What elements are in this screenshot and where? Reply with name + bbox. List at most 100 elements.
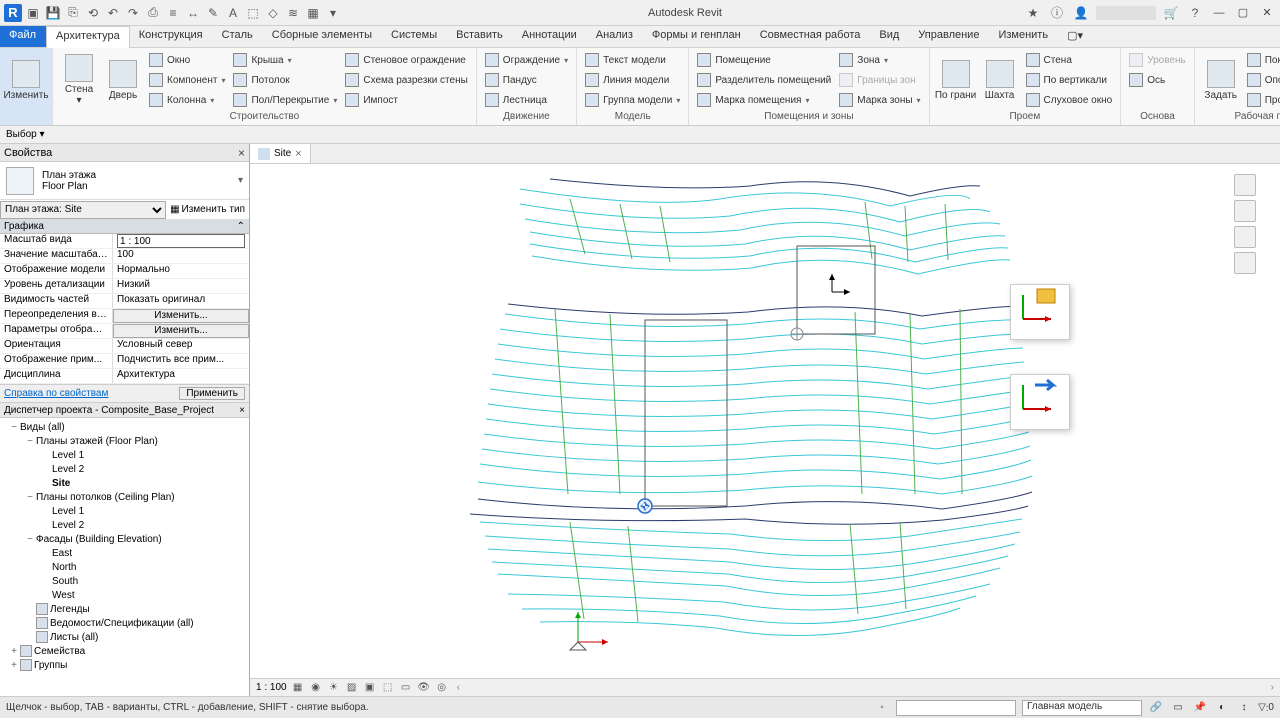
- ceiling-button[interactable]: Потолок: [231, 71, 339, 89]
- ref-plane-button[interactable]: Опорная плоскость: [1245, 71, 1280, 89]
- prop-value[interactable]: Условный север: [113, 339, 249, 353]
- dim-icon[interactable]: ↔: [184, 4, 202, 22]
- browser-close[interactable]: ×: [239, 405, 245, 416]
- viewer-button[interactable]: Просмотр: [1245, 91, 1280, 109]
- status-drag-icon[interactable]: ↕: [1236, 700, 1252, 716]
- wall-button[interactable]: Стена▾: [57, 50, 101, 110]
- thin-icon[interactable]: ≋: [284, 4, 302, 22]
- room-sep-button[interactable]: Разделитель помещений: [695, 71, 833, 89]
- floor-button[interactable]: Пол/Перекрытие▾: [231, 91, 339, 109]
- zone-bound-button[interactable]: Границы зон: [837, 71, 922, 89]
- level-button[interactable]: Уровень: [1127, 51, 1188, 69]
- reveal-icon[interactable]: ◎: [435, 681, 449, 695]
- minimize-button[interactable]: —: [1210, 5, 1228, 21]
- tab-massing[interactable]: Формы и генплан: [643, 26, 751, 47]
- nav-zoom-icon[interactable]: [1234, 200, 1256, 222]
- prop-row[interactable]: Отображение прим...Подчистить все прим..…: [0, 354, 249, 369]
- select-dropdown[interactable]: Выбор ▾: [6, 129, 45, 140]
- status-face-icon[interactable]: ◐: [1214, 700, 1230, 716]
- prop-row[interactable]: Отображение моделиНормально: [0, 264, 249, 279]
- tree-node[interactable]: +Группы: [0, 658, 249, 672]
- app-menu[interactable]: R: [4, 4, 22, 22]
- tree-node[interactable]: North: [0, 560, 249, 574]
- close-button[interactable]: ✕: [1258, 5, 1276, 21]
- prop-value[interactable]: Низкий: [113, 279, 249, 293]
- close-inactive-icon[interactable]: ▦: [304, 4, 322, 22]
- room-tag-button[interactable]: Марка помещения▾: [695, 91, 833, 109]
- prop-value[interactable]: Нормально: [113, 264, 249, 278]
- prop-value[interactable]: Подчистить все прим...: [113, 354, 249, 368]
- prop-row[interactable]: Видимость частейПоказать оригинал: [0, 294, 249, 309]
- tab-annotate[interactable]: Аннотации: [513, 26, 587, 47]
- column-button[interactable]: Колонна▾: [147, 91, 227, 109]
- doc-tab-site[interactable]: Site ×: [250, 144, 311, 163]
- ramp-button[interactable]: Пандус: [483, 71, 570, 89]
- mullion-button[interactable]: Импост: [343, 91, 469, 109]
- tab-insert[interactable]: Вставить: [447, 26, 513, 47]
- user-name[interactable]: [1096, 6, 1156, 20]
- tab-view[interactable]: Вид: [870, 26, 909, 47]
- status-link-icon[interactable]: 🔗: [1148, 700, 1164, 716]
- show-button[interactable]: Показать: [1245, 51, 1280, 69]
- tree-node[interactable]: Level 1: [0, 448, 249, 462]
- prop-row[interactable]: Параметры отображе...Изменить...: [0, 324, 249, 339]
- help-icon[interactable]: ?: [1186, 4, 1204, 22]
- tree-node[interactable]: −Виды (all): [0, 420, 249, 434]
- tree-node[interactable]: East: [0, 546, 249, 560]
- curtain-button[interactable]: Стеновое ограждение: [343, 51, 469, 69]
- room-button[interactable]: Помещение: [695, 51, 833, 69]
- window-button[interactable]: Окно: [147, 51, 227, 69]
- prop-value[interactable]: Архитектура: [113, 369, 249, 383]
- tab-precast[interactable]: Сборные элементы: [263, 26, 382, 47]
- undo-icon[interactable]: ↶: [104, 4, 122, 22]
- tree-node[interactable]: +Семейства: [0, 644, 249, 658]
- tree-node[interactable]: Site: [0, 476, 249, 490]
- by-face-button[interactable]: По грани: [934, 50, 978, 110]
- nav-home-icon[interactable]: [1234, 174, 1256, 196]
- crop-show-icon[interactable]: ▭: [399, 681, 413, 695]
- maximize-button[interactable]: ▢: [1234, 5, 1252, 21]
- prop-value[interactable]: 100: [113, 249, 249, 263]
- tag-icon[interactable]: ✎: [204, 4, 222, 22]
- section-icon[interactable]: ◇: [264, 4, 282, 22]
- prop-value[interactable]: Показать оригинал: [113, 294, 249, 308]
- switch-icon[interactable]: ▾: [324, 4, 342, 22]
- tree-node[interactable]: Листы (all): [0, 630, 249, 644]
- shaft-button[interactable]: Шахта: [978, 50, 1022, 110]
- tree-node[interactable]: −Планы этажей (Floor Plan): [0, 434, 249, 448]
- tab-collaborate[interactable]: Совместная работа: [751, 26, 871, 47]
- zone-tag-button[interactable]: Марка зоны▾: [837, 91, 922, 109]
- status-combo-1[interactable]: [896, 700, 1016, 716]
- dormer-button[interactable]: Слуховое окно: [1024, 91, 1115, 109]
- status-worksets-icon[interactable]: ◦: [874, 700, 890, 716]
- view3d-icon[interactable]: ⬚: [244, 4, 262, 22]
- prop-row[interactable]: Значение масштаба ...100: [0, 249, 249, 264]
- railing-button[interactable]: Ограждение▾: [483, 51, 570, 69]
- nav-pan-icon[interactable]: [1234, 226, 1256, 248]
- door-button[interactable]: Дверь: [101, 50, 145, 110]
- save-icon[interactable]: 💾: [44, 4, 62, 22]
- user-icon[interactable]: 👤: [1072, 4, 1090, 22]
- prop-row[interactable]: Уровень детализацииНизкий: [0, 279, 249, 294]
- info-icon[interactable]: ⓘ: [1048, 4, 1066, 22]
- instance-combo[interactable]: План этажа: Site: [0, 201, 166, 219]
- tree-node[interactable]: Level 2: [0, 462, 249, 476]
- prop-value[interactable]: [113, 234, 249, 248]
- type-selector[interactable]: План этажаFloor Plan ▾: [0, 162, 249, 200]
- print-icon[interactable]: ⎙: [144, 4, 162, 22]
- tree-node[interactable]: −Фасады (Building Elevation): [0, 532, 249, 546]
- prop-input[interactable]: [117, 234, 245, 248]
- curtain-grid-button[interactable]: Схема разрезки стены: [343, 71, 469, 89]
- tab-structure[interactable]: Конструкция: [130, 26, 213, 47]
- prop-row[interactable]: ОриентацияУсловный север: [0, 339, 249, 354]
- stair-button[interactable]: Лестница: [483, 91, 570, 109]
- tree-node[interactable]: West: [0, 588, 249, 602]
- axis-button[interactable]: Ось: [1127, 71, 1188, 89]
- tree-twisty[interactable]: +: [8, 646, 20, 657]
- tab-extra[interactable]: ▢▾: [1058, 26, 1093, 47]
- tree-twisty[interactable]: −: [24, 492, 36, 503]
- status-pin-icon[interactable]: 📌: [1192, 700, 1208, 716]
- sync-icon[interactable]: ⟲: [84, 4, 102, 22]
- scale-button[interactable]: 1 : 100: [256, 682, 287, 693]
- tab-architecture[interactable]: Архитектура: [46, 26, 130, 48]
